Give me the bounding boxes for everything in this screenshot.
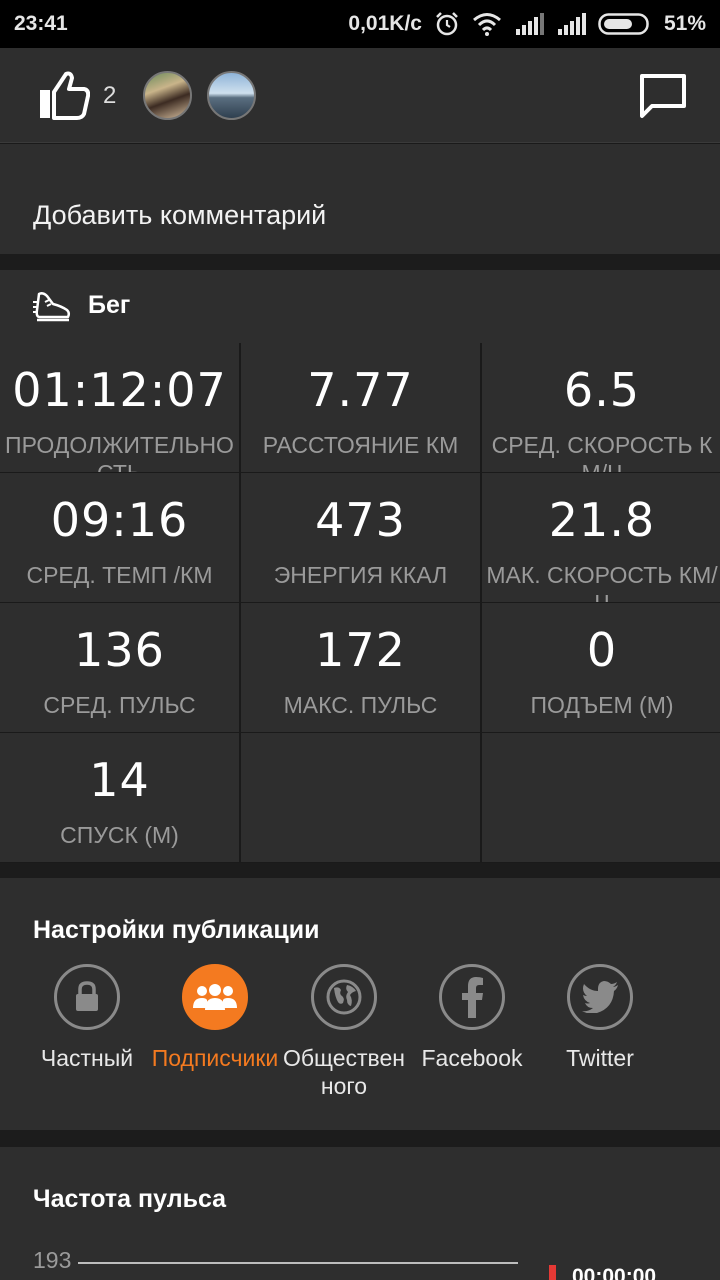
status-time: 23:41: [14, 12, 68, 35]
option-label: Facebook: [421, 1045, 523, 1071]
privacy-circle[interactable]: [439, 964, 505, 1030]
stat-label: ПОДЪЕМ (М): [530, 692, 674, 718]
option-label: Частный: [40, 1045, 134, 1071]
facebook-icon: [462, 977, 483, 1018]
option-label: Общественного: [282, 1045, 405, 1099]
stat-value: 6.5: [563, 363, 641, 417]
running-shoe-icon: [33, 292, 71, 322]
divider: [0, 254, 720, 270]
divider: [0, 863, 720, 878]
privacy-circle[interactable]: [54, 964, 120, 1030]
battery-percent: 51%: [663, 12, 706, 35]
stat-energy: 473 ЭНЕРГИЯ ККАЛ: [241, 473, 480, 602]
stat-value: 09:16: [50, 493, 189, 547]
stats-grid: 01:12:07 ПРОДОЛЖИТЕЛЬНОСТЬ 7.77 РАССТОЯН…: [0, 343, 720, 863]
stat-label: РАССТОЯНИЕ КМ: [262, 432, 459, 458]
wifi-icon: [473, 13, 501, 36]
stat-avg-speed: 6.5 СРЕД. СКОРОСТЬ КМ/Ч: [482, 343, 720, 472]
stat-label: СПУСК (М): [60, 822, 179, 848]
stat-label: МАКС. ПУЛЬС: [283, 692, 438, 718]
stat-value: 473: [315, 493, 406, 547]
y-axis-tick: 193: [33, 1247, 72, 1273]
stat-max-heart-rate: 172 МАКС. ПУЛЬС: [241, 603, 480, 732]
privacy-public-option[interactable]: Общественного: [279, 964, 409, 1100]
option-label: Twitter: [566, 1045, 634, 1071]
activity-title: Бег: [88, 291, 131, 319]
stat-value: 172: [315, 623, 406, 677]
activity-header: Бег: [0, 270, 720, 343]
status-bar: 23:41 0,01K/c 51%: [0, 0, 720, 48]
heart-rate-section: Частота пульса 193 00:00:00: [0, 1147, 720, 1280]
share-twitter-option[interactable]: Twitter: [535, 964, 665, 1072]
time-marker: [549, 1265, 556, 1280]
stat-max-speed: 21.8 МАК. СКОРОСТЬ КМ/Ч: [482, 473, 720, 602]
privacy-circle[interactable]: [182, 964, 248, 1030]
privacy-private-option[interactable]: Частный: [22, 964, 152, 1072]
stat-value: 01:12:07: [12, 363, 227, 417]
stat-distance: 7.77 РАССТОЯНИЕ КМ: [241, 343, 480, 472]
stat-value: 14: [89, 753, 150, 807]
stat-empty: [482, 733, 720, 862]
stat-label: СРЕД. СКОРОСТЬ КМ/Ч: [491, 432, 713, 472]
privacy-followers-option[interactable]: Подписчики: [150, 964, 280, 1072]
twitter-icon: [582, 981, 618, 1013]
globe-icon: [326, 979, 362, 1015]
stat-avg-pace: 09:16 СРЕД. ТЕМП /КМ: [0, 473, 239, 602]
publish-settings: Настройки публикации Частный Подписчики: [0, 878, 720, 1130]
stat-value: 21.8: [548, 493, 656, 547]
comment-icon[interactable]: [638, 72, 688, 120]
signal-icon: [557, 13, 586, 35]
stat-ascent: 0 ПОДЪЕМ (М): [482, 603, 720, 732]
likes-bar: 2: [0, 48, 720, 143]
share-facebook-option[interactable]: Facebook: [407, 964, 537, 1072]
stat-value: 136: [74, 623, 165, 677]
people-icon: [193, 984, 237, 1010]
add-comment-input[interactable]: Добавить комментарий: [33, 200, 326, 231]
stat-value: 0: [586, 623, 618, 677]
stat-label: СРЕД. ТЕМП /КМ: [26, 562, 213, 588]
stat-label: МАК. СКОРОСТЬ КМ/Ч: [486, 562, 718, 602]
heart-rate-title: Частота пульса: [33, 1185, 227, 1213]
thumbs-up-icon[interactable]: [38, 70, 90, 120]
stat-empty: [241, 733, 480, 862]
chart-gridline: [78, 1262, 518, 1264]
privacy-circle[interactable]: [311, 964, 377, 1030]
battery-icon: [598, 13, 649, 35]
signal-icon: [515, 13, 544, 35]
stat-value: 7.77: [307, 363, 414, 417]
like-count[interactable]: 2: [103, 82, 116, 110]
stat-label: СРЕД. ПУЛЬС: [43, 692, 196, 718]
comment-section: Добавить комментарий: [0, 144, 720, 254]
avatar[interactable]: [143, 71, 192, 120]
alarm-icon: [436, 12, 458, 36]
avatar[interactable]: [207, 71, 256, 120]
stat-descent: 14 СПУСК (М): [0, 733, 239, 862]
stat-avg-heart-rate: 136 СРЕД. ПУЛЬС: [0, 603, 239, 732]
option-label: Подписчики: [151, 1045, 279, 1071]
stat-label: ПРОДОЛЖИТЕЛЬНОСТЬ: [5, 432, 234, 472]
divider: [0, 1130, 720, 1147]
network-speed: 0,01K/c: [348, 12, 422, 35]
privacy-circle[interactable]: [567, 964, 633, 1030]
lock-icon: [76, 981, 98, 1011]
stat-duration: 01:12:07 ПРОДОЛЖИТЕЛЬНОСТЬ: [0, 343, 239, 472]
publish-title: Настройки публикации: [33, 916, 320, 944]
current-time-readout: 00:00:00: [572, 1265, 657, 1280]
stat-label: ЭНЕРГИЯ ККАЛ: [273, 562, 448, 588]
